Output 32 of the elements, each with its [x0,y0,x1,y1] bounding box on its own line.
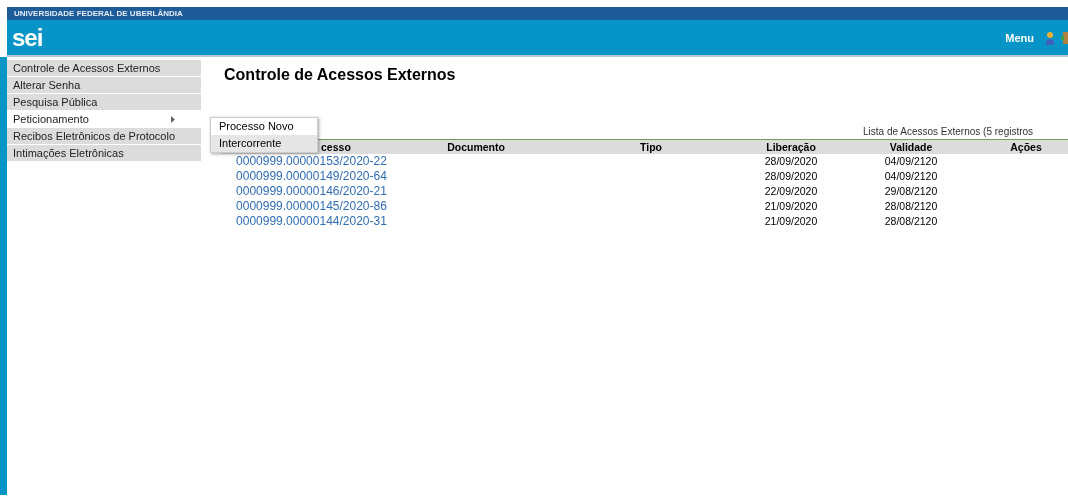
column-header: Validade [889,141,933,153]
column-header: Tipo [640,141,662,153]
table-cell-text: 21/09/2020 [763,214,819,229]
table-cell-text: 04/09/2120 [883,169,939,184]
sidebar-item[interactable]: Pesquisa Pública [7,94,202,110]
process-link[interactable]: 0000999.00000146/2020-21 [236,184,387,198]
table-cell-text: 21/09/2020 [763,199,819,214]
sidebar-item[interactable]: Controle de Acessos Externos [7,60,202,76]
process-link[interactable]: 0000999.00000149/2020-64 [236,169,387,183]
table-caption: Lista de Acessos Externos (5 registros [863,126,1034,137]
table-cell-text: 28/08/2120 [883,199,939,214]
process-link[interactable]: 0000999.00000144/2020-31 [236,214,387,228]
process-link[interactable]: 0000999.00000145/2020-86 [236,199,387,213]
submenu-item[interactable]: Processo Novo [211,118,317,135]
user-icon[interactable] [1045,30,1055,45]
sidebar-item[interactable]: Recibos Eletrônicos de Protocolo [7,128,202,144]
table-cell-text: 28/09/2020 [763,169,819,184]
column-header: Liberação [766,141,816,153]
submenu-item[interactable]: Intercorrente [211,135,317,152]
sidebar-item[interactable]: Alterar Senha [7,77,202,93]
institution-name: UNIVERSIDADE FEDERAL DE UBERLÂNDIA [14,8,183,19]
sidebar-item[interactable]: Intimações Eletrônicas [7,145,202,161]
page-title: Controle de Acessos Externos [224,65,457,85]
table-cell-text: 28/08/2120 [883,214,939,229]
table-cell-text: 04/09/2120 [883,154,939,169]
column-header: cesso [321,141,351,153]
table-cell-text: 28/09/2020 [763,154,819,169]
process-link[interactable]: 0000999.00000153/2020-22 [236,154,387,168]
table-cell-text: 29/08/2120 [883,184,939,199]
column-header: Ações [1010,141,1042,153]
column-header: Documento [447,141,505,153]
table-cell-text: 22/09/2020 [763,184,819,199]
